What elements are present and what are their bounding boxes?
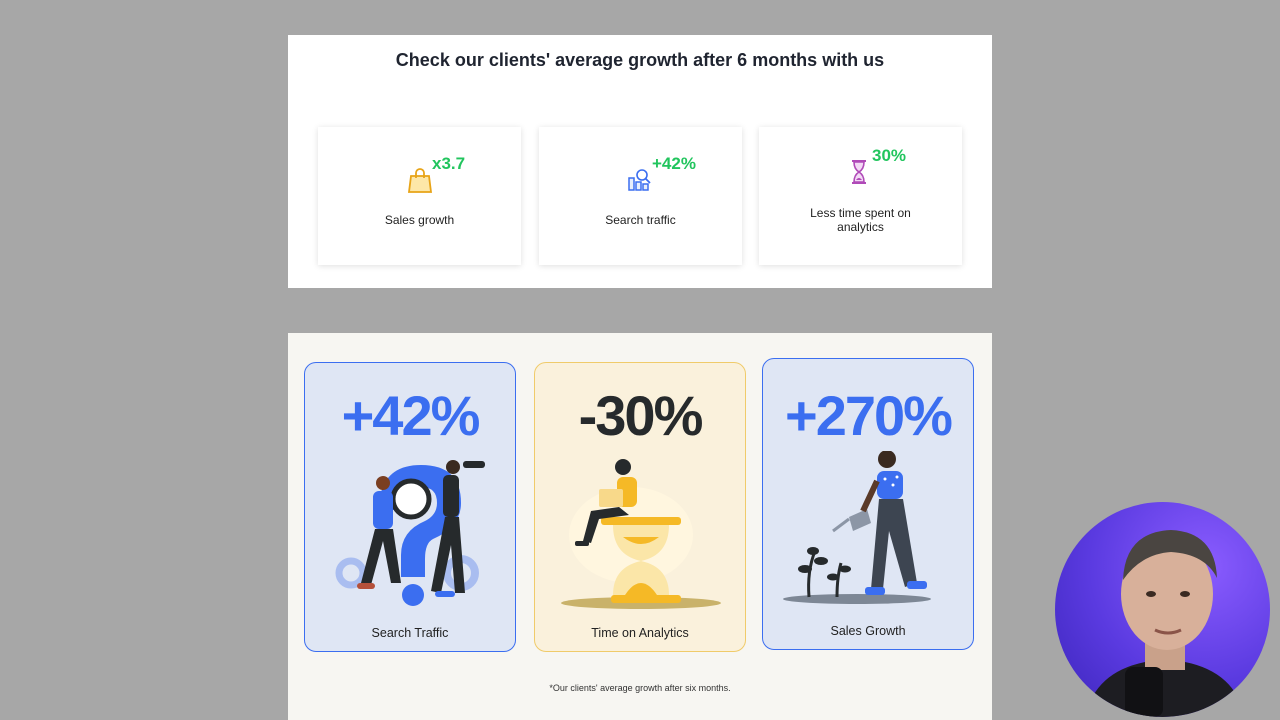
panel-title: Check our clients' average growth after …: [395, 50, 885, 70]
hourglass-icon: [852, 160, 866, 184]
hourglass-person-illustration: [561, 459, 721, 609]
search-traffic-illustration: [335, 460, 485, 606]
big-stat-value: +270%: [785, 384, 953, 447]
stat-label: Search traffic: [605, 213, 676, 227]
stat-value: 30%: [872, 146, 907, 165]
big-stat-label: Sales Growth: [830, 624, 906, 638]
shopping-bag-icon: [407, 168, 433, 193]
growth-summary-panel: Check our clients' average growth after …: [288, 35, 992, 288]
analytics-time-card: 30% Less time spent on analytics: [759, 127, 962, 265]
big-stat-value: -30%: [578, 384, 704, 447]
search-chart-icon: [628, 169, 651, 191]
big-stat-label: Search Traffic: [371, 626, 449, 640]
presenter-image: [1085, 530, 1245, 717]
time-on-analytics-card: -30% Time on Analytics: [534, 362, 746, 652]
stat-label: Less time spent on analytics: [810, 206, 911, 234]
sales-growth-card: x3.7 Sales growth: [318, 127, 521, 265]
search-traffic-card: +42% Search Traffic: [304, 362, 516, 652]
presenter-webcam: [1055, 502, 1270, 717]
stat-label: Sales growth: [384, 213, 455, 227]
sales-growth-card: +270% Sales Growth: [762, 358, 974, 650]
stat-value: x3.7: [432, 154, 466, 173]
growth-cards-panel: +42% Search Traffic -30% Time on Analyti…: [288, 333, 992, 720]
big-stat-label: Time on Analytics: [591, 626, 689, 640]
footnote: *Our clients' average growth after six m…: [549, 683, 731, 693]
big-stat-value: +42%: [341, 384, 481, 447]
stat-value: +42%: [652, 154, 696, 173]
search-traffic-card: +42% Search traffic: [539, 127, 742, 265]
watering-plant-illustration: [783, 451, 931, 604]
